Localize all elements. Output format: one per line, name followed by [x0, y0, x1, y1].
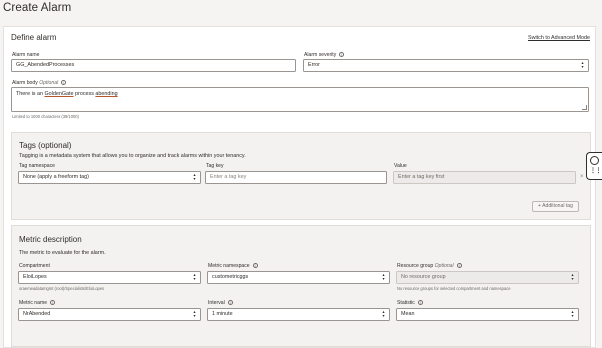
up-down-chevron-icon: ▲ ▼: [570, 310, 575, 319]
compartment-hint: oraemeadatamgmt (root)/Specialists/EloiL…: [19, 286, 105, 291]
alarm-severity-select[interactable]: Error ▲ ▼: [303, 59, 589, 72]
statistic-select[interactable]: Mean ▲ ▼: [396, 308, 579, 321]
interval-select[interactable]: 1 minute ▲ ▼: [207, 308, 390, 321]
alarm-body-hint: Limited to 1000 characters (39/1000): [12, 114, 79, 119]
tag-namespace-value: None (apply a freeform tag): [23, 174, 89, 180]
tag-key-label: Tag key: [206, 163, 224, 169]
up-down-chevron-icon: ▲ ▼: [192, 173, 197, 182]
metric-namespace-select[interactable]: custometricggs ▲ ▼: [207, 271, 390, 284]
remove-tag-icon[interactable]: ×: [580, 174, 584, 180]
resize-handle-icon[interactable]: [582, 105, 587, 110]
tags-panel: Tags (optional) Tagging is a metadata sy…: [11, 132, 591, 220]
info-icon[interactable]: i: [252, 263, 258, 269]
alarm-body-textarea[interactable]: There is an GoldenGate process abending: [11, 87, 589, 112]
grid-dots-icon[interactable]: ⋮⋮⋮: [590, 168, 602, 174]
up-down-chevron-icon: ▲ ▼: [381, 273, 386, 282]
info-icon[interactable]: i: [339, 52, 345, 58]
info-icon[interactable]: i: [61, 80, 67, 86]
resource-group-label: Resource group Optional i: [397, 263, 462, 269]
up-down-chevron-icon: ▲ ▼: [381, 310, 386, 319]
additional-tag-button[interactable]: + Additional tag: [532, 201, 579, 212]
resource-group-value: No resource group: [401, 274, 446, 280]
page-title: Create Alarm: [3, 2, 72, 14]
compartment-select[interactable]: EloiLopes ▲ ▼: [18, 271, 201, 284]
interval-label: Interval i: [208, 300, 233, 306]
tag-namespace-label: Tag namespace: [19, 163, 55, 169]
tag-key-placeholder: Enter a tag key: [210, 174, 247, 180]
compartment-label: Compartment: [19, 263, 50, 269]
statistic-label: Statistic i: [397, 300, 423, 306]
up-down-chevron-icon: ▲ ▼: [570, 273, 575, 282]
alarm-name-input[interactable]: GG_AbendedProcesses: [11, 59, 296, 72]
alarm-body-text-part: process: [73, 91, 96, 97]
metric-description-panel: Metric description The metric to evaluat…: [11, 225, 591, 347]
alarm-body-text-part: GoldenGate: [44, 91, 74, 97]
compartment-value: EloiLopes: [23, 274, 47, 280]
alarm-severity-label: Alarm severity i: [304, 52, 345, 58]
help-lifebuoy-icon[interactable]: [590, 156, 599, 165]
metric-name-label: Metric name i: [19, 300, 56, 306]
up-down-chevron-icon: ▲ ▼: [192, 310, 197, 319]
resource-group-select[interactable]: No resource group ▲ ▼: [396, 271, 579, 284]
metric-namespace-value: custometricggs: [212, 274, 249, 280]
interval-value: 1 minute: [212, 311, 233, 317]
alarm-body-label: Alarm body Optional i: [12, 80, 67, 86]
info-icon[interactable]: i: [456, 263, 462, 269]
metric-name-value: NrAbended: [23, 311, 51, 317]
info-icon[interactable]: i: [227, 300, 233, 306]
info-icon[interactable]: i: [417, 300, 423, 306]
metric-name-select[interactable]: NrAbended ▲ ▼: [18, 308, 201, 321]
tag-key-input[interactable]: Enter a tag key: [205, 171, 387, 184]
tags-title: Tags (optional): [19, 141, 72, 150]
tag-namespace-select[interactable]: None (apply a freeform tag) ▲ ▼: [18, 171, 201, 184]
define-alarm-title: Define alarm: [11, 33, 57, 42]
alarm-body-text-part: abending: [95, 91, 118, 97]
statistic-value: Mean: [401, 311, 415, 317]
alarm-name-label: Alarm name: [12, 52, 40, 58]
metric-namespace-label: Metric namespace i: [208, 263, 258, 269]
metric-description-title: Metric description: [19, 235, 82, 244]
create-alarm-form: Define alarm Switch to Advanced Mode Ala…: [3, 26, 596, 348]
tag-value-placeholder: Enter a tag key first: [398, 174, 445, 180]
tag-value-label: Value: [394, 163, 407, 169]
up-down-chevron-icon: ▲ ▼: [192, 273, 197, 282]
metric-description-text: The metric to evaluate for the alarm.: [19, 250, 106, 256]
resource-group-hint: No resource groups for selected compartm…: [397, 286, 511, 291]
info-icon[interactable]: i: [50, 300, 56, 306]
alarm-name-value: GG_AbendedProcesses: [16, 62, 75, 68]
up-down-chevron-icon: ▲ ▼: [580, 61, 585, 70]
help-widget[interactable]: ⋮⋮⋮: [586, 152, 602, 180]
tag-value-input[interactable]: Enter a tag key first: [393, 171, 576, 184]
switch-advanced-mode-link[interactable]: Switch to Advanced Mode: [528, 35, 590, 41]
tags-description: Tagging is a metadata system that allows…: [19, 153, 246, 159]
alarm-severity-value: Error: [308, 62, 320, 68]
alarm-body-text-part: There is an: [16, 91, 45, 97]
